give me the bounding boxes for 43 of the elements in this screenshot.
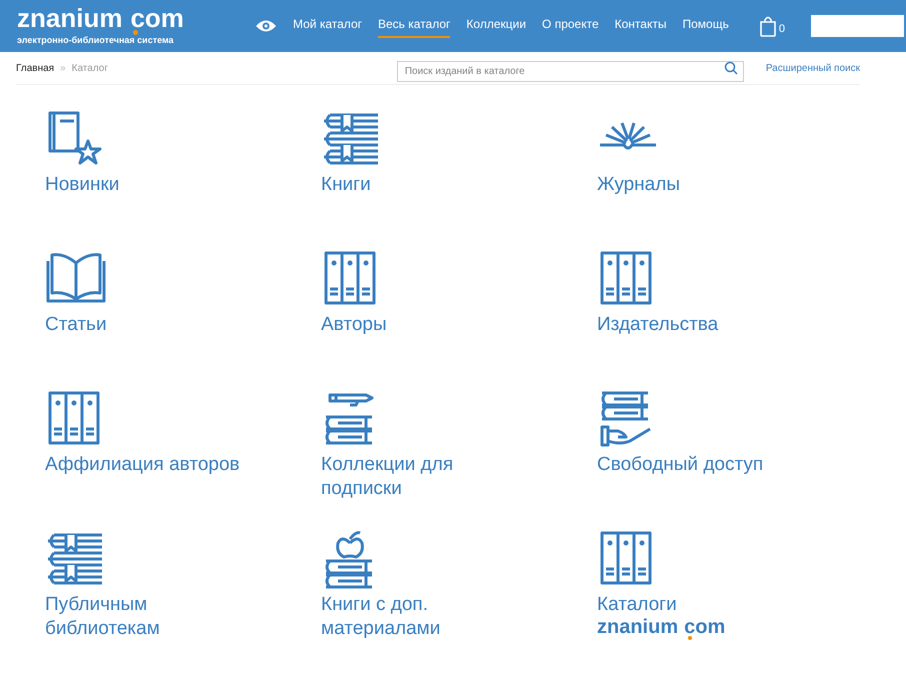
breadcrumb-separator: »	[60, 62, 66, 76]
catalog-tile[interactable]: Книги с доп. материалами	[321, 529, 597, 669]
nav-link[interactable]: Весь каталог	[378, 14, 450, 38]
tile-label: Авторы	[321, 313, 388, 337]
nav-link[interactable]: Коллекции	[466, 14, 526, 38]
tile-label: Статьи	[45, 313, 108, 337]
tile-label: Свободный доступ	[597, 453, 764, 477]
catalog-tile[interactable]: Публичным библиотекам	[45, 529, 321, 669]
cart-count: 0	[778, 22, 785, 36]
search-icon[interactable]	[724, 60, 738, 74]
tile-label: Издательства	[597, 313, 720, 337]
nav-link[interactable]: О проекте	[542, 14, 599, 38]
catalog-tile[interactable]: Свободный доступ	[597, 389, 873, 529]
nav-link[interactable]: Контакты	[614, 14, 666, 38]
catalog-tile[interactable]: Журналы	[597, 109, 873, 249]
shopping-bag-icon[interactable]	[758, 15, 777, 37]
tile-label: Коллекции для подписки	[321, 453, 454, 501]
logo-tagline: электронно-библиотечная система	[17, 34, 175, 47]
tile-label: Публичным библиотекам	[45, 593, 161, 641]
tile-label: Каталоги	[597, 593, 678, 617]
catalog-tile[interactable]: Новинки	[45, 109, 321, 249]
eye-icon[interactable]	[255, 19, 277, 33]
breadcrumb-link[interactable]: Каталог	[72, 60, 108, 76]
tile-label: Аффилиация авторов	[45, 453, 241, 477]
search-field[interactable]: Поиск изданий в каталоге	[396, 60, 744, 82]
catalog-tile[interactable]: Авторы	[321, 249, 597, 389]
logo-text: znanium com	[17, 4, 185, 31]
catalog-tile[interactable]: Издательства	[597, 249, 873, 389]
nav-link[interactable]: Помощь	[682, 14, 729, 38]
catalog-tile[interactable]: Статьи	[45, 249, 321, 389]
logo-text: znanium com	[597, 615, 726, 640]
tile-label: Книги с доп. материалами	[321, 593, 442, 641]
catalog-tile[interactable]: Каталоги znanium com	[597, 529, 873, 669]
catalog-tile[interactable]: Коллекции для подписки	[321, 389, 597, 529]
catalog-tile[interactable]: Аффилиация авторов	[45, 389, 321, 529]
login-field[interactable]	[810, 15, 904, 37]
nav-link[interactable]: Мой каталог	[293, 14, 362, 38]
catalog-tile[interactable]: Книги	[321, 109, 597, 249]
breadcrumb-link[interactable]: Главная	[16, 60, 54, 76]
advanced-search-link[interactable]: Расширенный поиск	[766, 60, 860, 76]
tile-label: Новинки	[45, 173, 120, 197]
tile-label: Книги	[321, 173, 372, 197]
tile-label: Журналы	[597, 173, 681, 197]
